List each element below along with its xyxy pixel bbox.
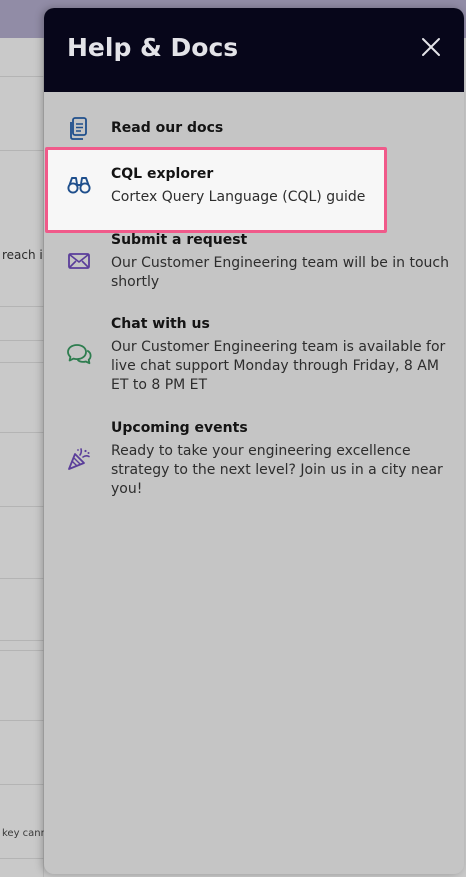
drawer-title: Help & Docs <box>67 33 239 62</box>
menu-item-read-docs[interactable]: Read our docs <box>44 112 464 142</box>
menu-item-title: Submit a request <box>111 232 248 248</box>
chat-bubbles-icon <box>66 342 92 368</box>
background-text-fragment: key cann <box>2 828 47 839</box>
background-row-line <box>0 306 44 307</box>
background-row-line <box>0 362 44 363</box>
envelope-icon <box>66 248 92 274</box>
help-docs-drawer: Help & Docs Read our docs CQL explorer C… <box>44 8 464 874</box>
background-row-line <box>0 720 44 721</box>
background-text-fragment: reach i <box>2 248 43 262</box>
background-row-line <box>0 858 44 859</box>
menu-item-title: Chat with us <box>111 316 210 332</box>
background-row-line <box>0 640 44 641</box>
menu-item-title: Upcoming events <box>111 420 248 436</box>
menu-item-cql-explorer[interactable]: CQL explorer Cortex Query Language (CQL)… <box>44 158 464 224</box>
background-row-line <box>0 784 44 785</box>
background-row-line <box>0 650 44 651</box>
menu-item-title: Read our docs <box>111 120 224 136</box>
background-row-line <box>0 76 44 77</box>
menu-item-upcoming-events[interactable]: Upcoming events Ready to take your engin… <box>44 418 464 502</box>
menu-item-title: CQL explorer <box>111 166 214 182</box>
menu-item-submit-request[interactable]: Submit a request Our Customer Engineerin… <box>44 230 464 294</box>
menu-item-description: Our Customer Engineering team will be in… <box>111 255 450 290</box>
close-icon <box>422 38 440 56</box>
binoculars-icon <box>66 171 92 197</box>
menu-item-description: Cortex Query Language (CQL) guide <box>111 189 366 205</box>
document-icon <box>66 115 92 141</box>
background-row-line <box>0 506 44 507</box>
background-row-line <box>0 340 44 341</box>
close-button[interactable] <box>419 35 443 59</box>
background-row-line <box>0 150 44 151</box>
menu-item-description: Ready to take your engineering excellenc… <box>111 443 443 497</box>
menu-item-chat[interactable]: Chat with us Our Customer Engineering te… <box>44 314 464 398</box>
menu-item-description: Our Customer Engineering team is availab… <box>111 339 446 393</box>
drawer-header: Help & Docs <box>44 8 464 92</box>
party-popper-icon <box>66 446 92 472</box>
background-row-line <box>0 578 44 579</box>
background-row-line <box>0 432 44 433</box>
